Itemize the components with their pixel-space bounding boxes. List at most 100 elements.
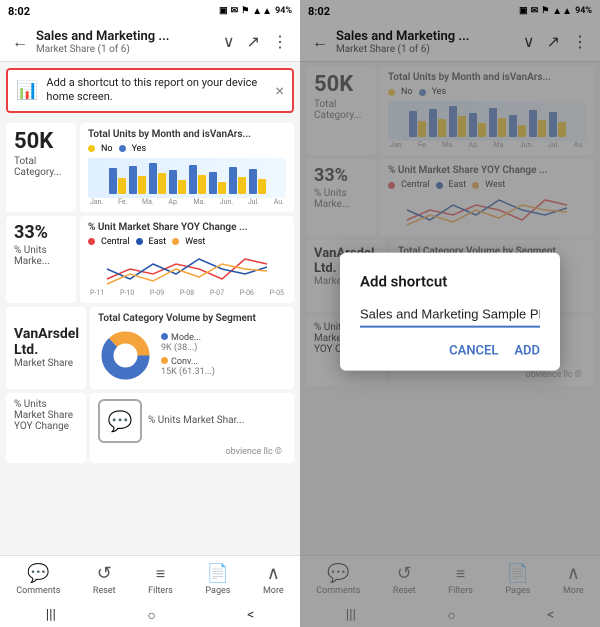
left-title-area: Sales and Marketing ... Market Share (1 …: [36, 29, 215, 55]
bar-chart-labels: Jan. Fe. Ma. Ap. Ma. Jun. Jul. Au.: [88, 198, 286, 206]
bar-chart-tile: Total Units by Month and isVanArs... No …: [80, 123, 294, 212]
line-chart-legend: Central East West: [88, 237, 286, 247]
left-top-nav: ← Sales and Marketing ... Market Share (…: [0, 22, 300, 62]
row3: VanArsdel Ltd. Market Share Total Catego…: [6, 307, 294, 389]
bar-chart-svg: [88, 158, 286, 196]
shortcut-icon: 📊: [16, 80, 38, 101]
left-more-icon[interactable]: ⋮: [268, 30, 292, 53]
donut-container: Mode... 9K (38...) Conv... 15K (61.31...…: [98, 328, 286, 383]
company-desc: Market Share: [14, 358, 78, 369]
line-chart-title: % Unit Market Share YOY Change ...: [88, 222, 286, 233]
cancel-button[interactable]: CANCEL: [449, 343, 498, 358]
left-footer-bar: 💬 Comments ↺ Reset ≡ Filters 📄 Pages ∧ M…: [0, 555, 300, 603]
line-chart-visual: [88, 249, 286, 289]
row1: 50K Total Category... Total Units by Mon…: [6, 123, 294, 212]
left-phone-panel: 8:02 ▣ ✉ ⚑ ▲▲ 94% ← Sales and Marketing …: [0, 0, 300, 627]
footer-filters[interactable]: ≡ Filters: [148, 564, 173, 596]
add-button[interactable]: ADD: [514, 343, 540, 358]
pct-kpi-label: % Units Marke...: [14, 245, 68, 267]
more-icon: ∧: [267, 563, 280, 584]
left-home-icon[interactable]: ○: [147, 607, 155, 624]
central-label: Central: [101, 237, 130, 247]
company-name: VanArsdel Ltd.: [14, 326, 78, 358]
line-chart-svg: [88, 249, 286, 289]
notification-banner: 📊 Add a shortcut to this report on your …: [6, 68, 294, 113]
donut-legend: Mode... 9K (38...) Conv... 15K (61.31...…: [161, 333, 215, 377]
footer-comments[interactable]: 💬 Comments: [16, 563, 60, 596]
left-report-title: Sales and Marketing ...: [36, 29, 215, 44]
left-mail-icon: ✉: [231, 6, 239, 16]
row4: % Units Market Share YOY Change 💬 % Unit…: [6, 393, 294, 463]
notification-close-button[interactable]: ×: [275, 81, 284, 100]
left-back-nav-icon[interactable]: <: [247, 607, 254, 623]
bar-chart-title: Total Units by Month and isVanArs...: [88, 129, 286, 140]
bottom-right-tile: 💬 % Units Market Shar... obvience llc ©: [90, 393, 294, 463]
left-android-nav: ||| ○ <: [0, 603, 300, 627]
mode-dot: [161, 333, 168, 340]
add-shortcut-dialog: Add shortcut CANCEL ADD: [340, 252, 560, 370]
reset-label: Reset: [93, 586, 116, 596]
conv-dot: [161, 357, 168, 364]
row2: 33% % Units Marke... % Unit Market Share…: [6, 216, 294, 303]
donut-tile: Total Category Volume by Segment Mode...…: [90, 307, 294, 389]
mode-label: Mode...: [171, 333, 201, 343]
donut-chart-svg: [98, 328, 153, 383]
filters-label: Filters: [148, 586, 173, 596]
footer-pages[interactable]: 📄 Pages: [205, 563, 230, 596]
left-battery-icon: 94%: [275, 6, 292, 16]
comments-icon: 💬: [27, 563, 49, 584]
pct-kpi-value: 33%: [14, 222, 68, 243]
bar-chart-visual: [88, 158, 286, 198]
left-flag-icon: ⚑: [241, 6, 249, 16]
total-units-kpi: 50K Total Category...: [6, 123, 76, 212]
pages-label: Pages: [205, 586, 230, 596]
kpi-label: Total Category...: [14, 156, 68, 178]
pages-icon: 📄: [207, 563, 229, 584]
dialog-title: Add shortcut: [360, 272, 540, 290]
kpi-value: 50K: [14, 129, 68, 154]
east-dot: [136, 238, 143, 245]
more-label: More: [263, 586, 284, 596]
left-report-subtitle: Market Share (1 of 6): [36, 44, 215, 55]
shortcut-name-input[interactable]: [360, 302, 540, 327]
conv-label: Conv...: [171, 357, 198, 367]
left-recent-apps-icon[interactable]: |||: [46, 607, 56, 623]
speech-bubble-icon: 💬: [98, 399, 142, 443]
company-tile: VanArsdel Ltd. Market Share: [6, 307, 86, 389]
obvience-text: obvience llc ©: [98, 447, 286, 457]
yes-label: Yes: [132, 144, 147, 154]
footer-reset[interactable]: ↺ Reset: [93, 563, 116, 596]
left-dropdown-icon[interactable]: ∨: [219, 30, 239, 53]
left-status-bar: 8:02 ▣ ✉ ⚑ ▲▲ 94%: [0, 0, 300, 22]
pct-kpi-tile: 33% % Units Marke...: [6, 216, 76, 303]
west-dot: [172, 238, 179, 245]
right-phone-panel: 8:02 ▣ ✉ ⚑ ▲▲ 94% ← Sales and Marketing …: [300, 0, 600, 627]
no-dot: [88, 145, 95, 152]
bar-chart-legend: No Yes: [88, 144, 286, 154]
left-status-icons: ▣ ✉ ⚑ ▲▲ 94%: [219, 6, 292, 17]
notification-text: Add a shortcut to this report on your de…: [46, 76, 267, 105]
line-chart-labels: P-11 P-10 P-09 P-08 P-07 P-06 P-05: [88, 289, 286, 297]
comments-label: Comments: [16, 586, 60, 596]
conv-value: 15K (61.31...): [161, 367, 215, 377]
donut-title: Total Category Volume by Segment: [98, 313, 286, 324]
no-label: No: [101, 144, 113, 154]
dialog-buttons: CANCEL ADD: [360, 343, 540, 358]
left-back-button[interactable]: ←: [8, 30, 32, 54]
yes-dot: [119, 145, 126, 152]
footer-more[interactable]: ∧ More: [263, 563, 284, 596]
central-dot: [88, 238, 95, 245]
left-signal-icon: ▣: [219, 6, 228, 16]
east-label: East: [149, 237, 167, 247]
line-chart-tile: % Unit Market Share YOY Change ... Centr…: [80, 216, 294, 303]
left-wifi-icon: ▲▲: [252, 6, 272, 17]
pct-change-label: % Units Market Share YOY Change: [14, 399, 73, 432]
mode-value: 9K (38...): [161, 343, 215, 353]
west-label: West: [185, 237, 205, 247]
pct-change-tile: % Units Market Share YOY Change: [6, 393, 86, 463]
left-expand-icon[interactable]: ↗: [243, 30, 264, 53]
left-time: 8:02: [8, 5, 30, 18]
left-content: 50K Total Category... Total Units by Mon…: [0, 119, 300, 555]
reset-icon: ↺: [97, 563, 112, 584]
bottom-tile-label: % Units Market Shar...: [148, 415, 244, 426]
